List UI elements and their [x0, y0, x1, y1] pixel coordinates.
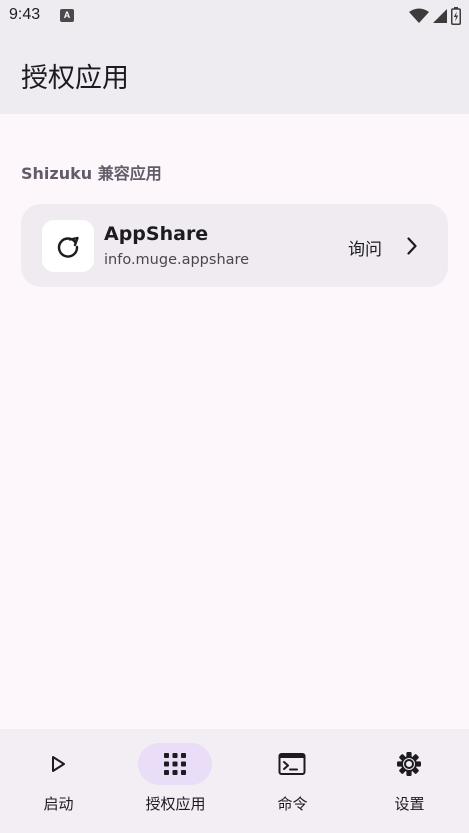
nav-label-start: 启动 [43, 795, 74, 813]
top-app-bar: 授权应用 [0, 32, 469, 114]
battery-icon [451, 7, 461, 25]
gear-icon [397, 752, 421, 776]
nav-label-command: 命令 [277, 795, 308, 813]
grid-icon [164, 753, 186, 775]
app-permission-mode: 询问 [348, 240, 382, 260]
nav-item-start[interactable]: 启动 [0, 729, 117, 833]
app-card-appshare[interactable]: AppShare info.muge.appshare 询问 [21, 204, 448, 287]
app-icon [42, 220, 94, 272]
bottom-navigation: 启动 授权应用 命令 设置 [0, 729, 469, 833]
nav-label-authorized-apps: 授权应用 [145, 795, 206, 813]
nav-label-settings: 设置 [394, 795, 425, 813]
nav-indicator [372, 743, 446, 785]
status-icons [409, 7, 461, 25]
terminal-icon [278, 753, 306, 775]
status-time: 9:43 [9, 6, 41, 23]
chevron-right-icon [407, 237, 417, 255]
nav-item-authorized-apps[interactable]: 授权应用 [117, 729, 234, 833]
notification-icon: A [60, 9, 74, 22]
wifi-icon [409, 8, 429, 23]
page-title: 授权应用 [21, 63, 129, 94]
nav-indicator [21, 743, 95, 785]
screen: 9:43 A 授权应用 Shizuku 兼容应用 AppShare info.m… [0, 0, 469, 833]
signal-icon [433, 9, 447, 23]
nav-item-settings[interactable]: 设置 [351, 729, 468, 833]
play-icon [52, 756, 65, 772]
status-bar: 9:43 A [0, 0, 469, 32]
section-label: Shizuku 兼容应用 [21, 164, 162, 183]
nav-indicator-active [138, 743, 212, 785]
app-name: AppShare [104, 223, 209, 245]
app-package-name: info.muge.appshare [104, 252, 250, 268]
nav-item-command[interactable]: 命令 [234, 729, 351, 833]
refresh-icon [57, 236, 79, 258]
nav-indicator [255, 743, 329, 785]
